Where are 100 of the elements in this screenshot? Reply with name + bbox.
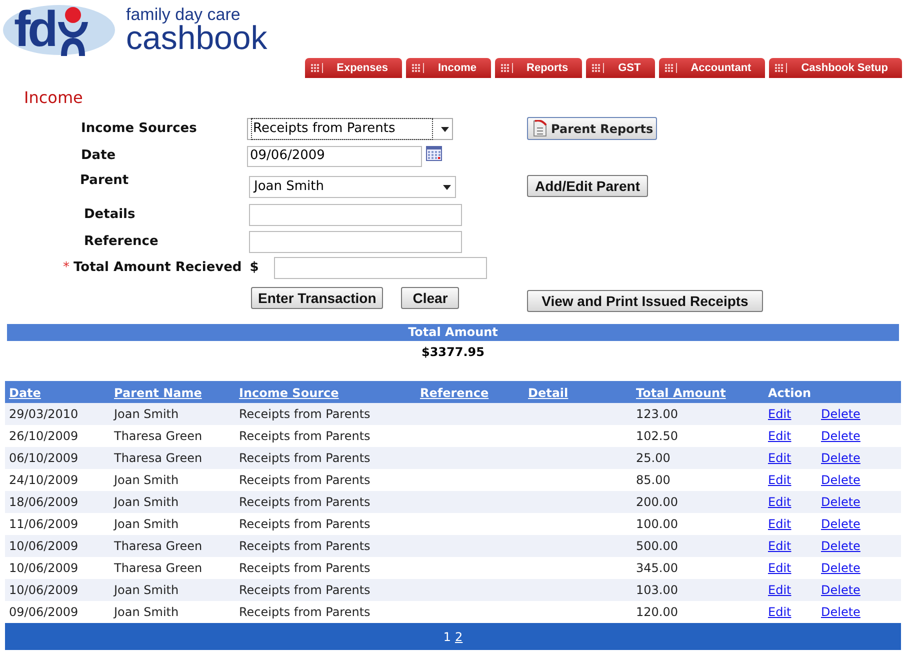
nav-tab[interactable]: Expenses — [304, 58, 402, 78]
table-cell: Joan Smith — [114, 407, 179, 421]
total-amount-header: Total Amount — [7, 324, 899, 341]
table-cell: 18/06/2009 — [9, 495, 78, 509]
edit-link[interactable]: Edit — [768, 539, 792, 553]
table-cell: 500.00 — [636, 539, 678, 553]
delete-link[interactable]: Delete — [821, 605, 860, 619]
column-header[interactable]: Date — [9, 386, 41, 400]
delete-link[interactable]: Delete — [821, 429, 860, 443]
action-button[interactable]: View and Print Issued Receipts — [527, 290, 763, 312]
table-cell: 25.00 — [636, 451, 670, 465]
column-header[interactable]: Income Source — [239, 386, 339, 400]
field-label: Reference — [84, 233, 160, 252]
edit-link[interactable]: Edit — [768, 517, 792, 531]
delete-link[interactable]: Delete — [821, 495, 860, 509]
table-cell: Receipts from Parents — [239, 605, 370, 619]
nav-tab[interactable]: Reports — [494, 58, 582, 78]
tagline: family day care — [126, 6, 242, 23]
nav-tab[interactable]: Income — [406, 58, 491, 78]
table-cell: 120.00 — [636, 605, 678, 619]
field-label: Total Amount Recieved — [74, 259, 242, 278]
table-cell: 11/06/2009 — [9, 517, 78, 531]
edit-link[interactable]: Edit — [768, 451, 792, 465]
table-cell: 26/10/2009 — [9, 429, 78, 443]
edit-link[interactable]: Edit — [768, 473, 792, 487]
field-label: Details — [84, 206, 136, 224]
table-cell: Joan Smith — [114, 517, 179, 531]
edit-link[interactable]: Edit — [768, 583, 792, 597]
table-cell: Joan Smith — [114, 495, 179, 509]
text-field[interactable] — [249, 231, 462, 253]
table-cell: Joan Smith — [114, 583, 179, 597]
column-header: Action — [768, 386, 812, 400]
table-cell: Receipts from Parents — [239, 407, 370, 421]
table-cell: 29/03/2010 — [9, 407, 78, 421]
table-cell: Receipts from Parents — [239, 473, 370, 487]
income-source-select[interactable]: Receipts from Parents — [247, 118, 453, 140]
action-button[interactable]: Clear — [401, 287, 460, 309]
table-cell: 123.00 — [636, 407, 678, 421]
edit-link[interactable]: Edit — [768, 429, 792, 443]
delete-link[interactable]: Delete — [821, 473, 860, 487]
grip-icon — [310, 63, 325, 73]
table-cell: Joan Smith — [114, 605, 179, 619]
table-cell: 102.50 — [636, 429, 678, 443]
table-cell: 10/06/2009 — [9, 561, 78, 575]
table-cell: Receipts from Parents — [239, 429, 370, 443]
delete-link[interactable]: Delete — [821, 407, 860, 421]
column-header[interactable]: Detail — [528, 386, 568, 400]
table-cell: 345.00 — [636, 561, 678, 575]
caret-icon — [443, 184, 451, 190]
table-cell: 24/10/2009 — [9, 473, 78, 487]
parent-select[interactable]: Joan Smith — [249, 176, 456, 198]
amount-field[interactable] — [274, 257, 487, 279]
field-label: Income Sources — [81, 120, 198, 138]
table-cell: Receipts from Parents — [239, 539, 370, 553]
table-cell: 100.00 — [636, 517, 678, 531]
delete-link[interactable]: Delete — [821, 451, 860, 465]
table-cell: 10/06/2009 — [9, 539, 78, 553]
table-cell: 103.00 — [636, 583, 678, 597]
calendar-icon[interactable] — [426, 146, 442, 160]
document-icon — [531, 120, 549, 137]
table-cell: Receipts from Parents — [239, 561, 370, 575]
delete-link[interactable]: Delete — [821, 561, 860, 575]
table-cell: Tharesa Green — [114, 451, 202, 465]
figure-icon — [56, 6, 90, 56]
page-link[interactable]: 2 — [455, 628, 463, 646]
action-button[interactable]: Enter Transaction — [251, 287, 384, 309]
delete-link[interactable]: Delete — [821, 539, 860, 553]
table-cell: Tharesa Green — [114, 429, 202, 443]
table-cell: Tharesa Green — [114, 539, 202, 553]
field-label: Date — [81, 147, 117, 166]
grip-icon — [592, 63, 606, 73]
delete-link[interactable]: Delete — [821, 517, 860, 531]
nav-tab[interactable]: GST — [586, 58, 655, 78]
grip-icon — [412, 63, 426, 73]
edit-link[interactable]: Edit — [768, 495, 792, 509]
text-field[interactable] — [249, 204, 462, 226]
column-header[interactable]: Total Amount — [636, 386, 726, 400]
date-field[interactable]: 09/06/2009 — [247, 146, 422, 166]
column-header[interactable]: Parent Name — [114, 386, 202, 400]
edit-link[interactable]: Edit — [768, 561, 792, 575]
table-cell: Joan Smith — [114, 473, 179, 487]
action-button[interactable]: Add/Edit Parent — [527, 175, 648, 197]
parent-reports-button[interactable]: Parent Reports — [527, 117, 658, 140]
table-cell: Receipts from Parents — [239, 451, 370, 465]
total-amount-value: $3377.95 — [421, 344, 484, 361]
required-mark: * — [63, 259, 70, 278]
edit-link[interactable]: Edit — [768, 605, 792, 619]
logo-mark: fd — [14, 4, 56, 54]
nav-tab[interactable]: Cashbook Setup — [769, 58, 902, 78]
page-number: 1 — [443, 628, 451, 646]
caret-icon — [441, 126, 449, 132]
nav-tab[interactable]: Accountant — [658, 58, 766, 78]
delete-link[interactable]: Delete — [821, 583, 860, 597]
table-cell: 06/10/2009 — [9, 451, 78, 465]
table-cell: 200.00 — [636, 495, 678, 509]
column-header[interactable]: Reference — [420, 386, 489, 400]
grip-icon — [500, 63, 515, 73]
edit-link[interactable]: Edit — [768, 407, 792, 421]
field-label: Parent — [80, 172, 130, 190]
table-cell: Receipts from Parents — [239, 583, 370, 597]
